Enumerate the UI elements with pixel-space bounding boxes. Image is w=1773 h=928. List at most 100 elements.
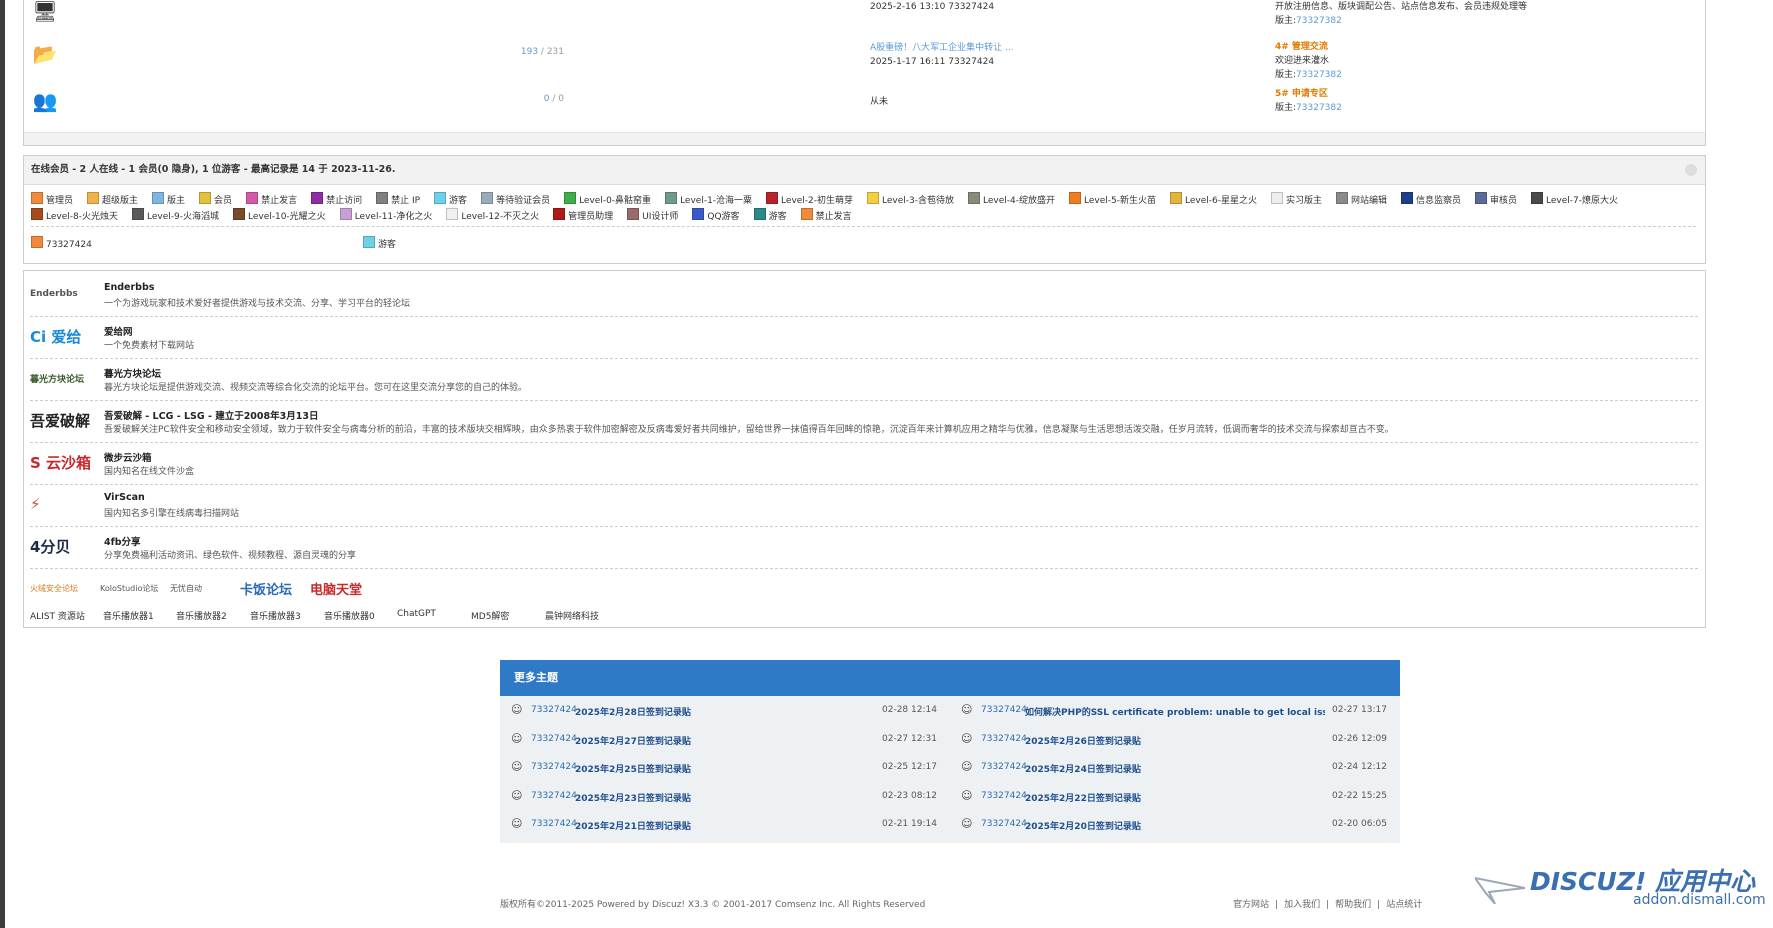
moderator-link[interactable]: 73327382 <box>1296 16 1342 26</box>
topic-author-link[interactable]: 73327424 <box>981 762 1027 772</box>
more-topic-row[interactable]: ☺ 73327424 2025年2月27日签到记录贴 02-27 12:31 <box>500 725 950 753</box>
friend-link-logo[interactable]: S 云沙箱 <box>30 449 96 475</box>
friend-link-row[interactable]: ⚡ VirScan 国内知名多引擎在线病毒扫描网站 <box>30 484 1698 527</box>
topic-author-icon: ☺ <box>961 788 973 802</box>
friend-link-desc: 一个为游戏玩家和技术爱好者提供游戏与技术交流、分享、学习平台的轻论坛 <box>104 299 411 309</box>
topic-title-link[interactable]: 2025年2月21日签到记录贴 <box>575 819 691 832</box>
friend-link-row[interactable]: S 云沙箱 微步云沙箱 国内知名在线文件沙盒 <box>30 442 1698 485</box>
friend-link-desc: 分享免费福利活动资讯、绿色软件、视频教程、源自灵魂的分享 <box>104 551 357 561</box>
group-legend-item: 禁止访问 <box>311 192 362 208</box>
topic-author-link[interactable]: 73327424 <box>981 819 1027 829</box>
text-link[interactable]: 音乐播放器0 <box>324 609 375 622</box>
moderator-link[interactable]: 73327382 <box>1296 70 1342 80</box>
text-link[interactable]: ALIST 资源站 <box>30 609 85 622</box>
group-icon <box>87 192 100 204</box>
text-link[interactable]: ChatGPT <box>397 609 436 619</box>
more-topic-row[interactable]: ☺ 73327424 2025年2月28日签到记录贴 02-28 12:14 <box>500 696 950 724</box>
topic-title-link[interactable]: 2025年2月27日签到记录贴 <box>575 734 691 747</box>
group-legend-item: 会员 <box>199 192 232 208</box>
legend-divider <box>31 226 1696 227</box>
friend-link-name[interactable]: 暮光方块论坛 <box>104 366 161 380</box>
friend-link-name[interactable]: 微步云沙箱 <box>104 450 152 464</box>
topic-author-link[interactable]: 73327424 <box>531 762 577 772</box>
group-label: 禁止访问 <box>326 196 363 206</box>
group-label: 管理员 <box>46 196 74 206</box>
more-topic-row[interactable]: ☺ 73327424 2025年2月24日签到记录贴 02-24 12:12 <box>950 753 1400 781</box>
image-link[interactable]: KoloStudio论坛 <box>100 575 158 601</box>
friend-link-logo[interactable]: 暮光方块论坛 <box>30 365 96 391</box>
group-label: 管理员助理 <box>568 212 614 222</box>
topic-title-link[interactable]: 2025年2月24日签到记录贴 <box>1025 762 1141 775</box>
text-link[interactable]: MD5解密 <box>471 609 509 622</box>
topic-author-link[interactable]: 73327424 <box>531 734 577 744</box>
topic-title-link[interactable]: 2025年2月28日签到记录贴 <box>575 705 691 718</box>
online-user[interactable]: 73327424 <box>31 236 92 250</box>
friend-link-name[interactable]: 爱给网 <box>104 324 133 338</box>
image-link[interactable]: 火绒安全论坛 <box>30 575 78 601</box>
friend-link-logo[interactable]: Enderbbs <box>30 281 96 307</box>
forum-post-count: 0 / 0 <box>444 94 564 104</box>
friend-link-name[interactable]: 吾爱破解 - LCG - LSG - 建立于2008年3月13日 <box>104 408 318 422</box>
topic-author-link[interactable]: 73327424 <box>981 705 1027 715</box>
image-links-row: 火绒安全论坛 KoloStudio论坛 无忧自动 卡饭论坛 电脑天堂 <box>30 575 630 601</box>
friend-link-name[interactable]: VirScan <box>104 492 145 503</box>
footer-link[interactable]: 官方网站 <box>1233 900 1269 910</box>
more-topic-row[interactable]: ☺ 73327424 2025年2月25日签到记录贴 02-25 12:17 <box>500 753 950 781</box>
forum-folder-icon[interactable]: 📂 <box>32 41 58 67</box>
group-icon <box>339 208 352 220</box>
topic-title-link[interactable]: 2025年2月20日签到记录贴 <box>1025 819 1141 832</box>
topic-author-link[interactable]: 73327424 <box>531 705 577 715</box>
paper-plane-icon <box>1475 876 1525 904</box>
more-topic-row[interactable]: ☺ 73327424 2025年2月22日签到记录贴 02-22 15:25 <box>950 782 1400 810</box>
friend-link-logo[interactable]: 4分贝 <box>30 533 96 559</box>
forum-last-post-title[interactable]: A股重磅！八大军工企业集中转让 ... <box>870 43 1014 53</box>
friend-link-row[interactable]: Ci 爱给 爱给网 一个免费素材下载网站 <box>30 316 1698 359</box>
footer-link[interactable]: 加入我们 <box>1284 900 1320 910</box>
friend-link-logo[interactable]: ⚡ <box>30 491 96 517</box>
discuz-brand-logo[interactable]: DISCUZ! 应用中心 addon.dismall.com <box>1475 862 1766 912</box>
friend-link-row[interactable]: 4分贝 4fb分享分享免费福利活动资讯、绿色软件、视频教程、源自灵魂的分享 <box>30 526 1698 569</box>
friend-link-logo[interactable]: 吾爱破解 <box>30 407 96 433</box>
friend-link-name[interactable]: 4fb分享 <box>104 534 141 548</box>
forum-computer-icon[interactable]: 🖥 <box>32 0 58 24</box>
subforum-name[interactable]: 5# 申请专区 <box>1275 87 1695 101</box>
more-topic-row[interactable]: ☺ 73327424 如何解决PHP的SSL certificate problem… <box>950 696 1400 724</box>
more-topic-row[interactable]: ☺ 73327424 2025年2月23日签到记录贴 02-23 08:12 <box>500 782 950 810</box>
forum-users-icon[interactable]: 👥 <box>32 88 58 114</box>
topic-author-link[interactable]: 73327424 <box>981 791 1027 801</box>
topic-date: 02-24 12:12 <box>1332 762 1387 773</box>
friend-link-row[interactable]: 暮光方块论坛 暮光方块论坛 暮光方块论坛是提供游戏交流、视频交流等综合化交流的论坛平… <box>30 358 1698 401</box>
footer-link[interactable]: 站点统计 <box>1386 900 1422 910</box>
group-label: Level-9-火海滔城 <box>146 212 219 222</box>
topic-author-link[interactable]: 73327424 <box>531 791 577 801</box>
subforum-name[interactable]: 4# 管理交流 <box>1275 40 1695 54</box>
footer-link[interactable]: 帮助我们 <box>1335 900 1371 910</box>
more-topic-row[interactable]: ☺ 73327424 2025年2月26日签到记录贴 02-26 12:09 <box>950 725 1400 753</box>
topic-title-link[interactable]: 2025年2月26日签到记录贴 <box>1025 734 1141 747</box>
image-link[interactable]: 电脑天堂 <box>310 575 362 601</box>
image-link[interactable]: 无忧自动 <box>170 575 202 601</box>
topic-title-link[interactable]: 2025年2月22日签到记录贴 <box>1025 791 1141 804</box>
friend-link-row[interactable]: Enderbbs Enderbbs 一个为游戏玩家和技术爱好者提供游戏与技术交流、分… <box>30 274 1698 317</box>
more-topic-row[interactable]: ☺ 73327424 2025年2月21日签到记录贴 02-21 19:14 <box>500 810 950 838</box>
collapse-icon[interactable] <box>1685 164 1697 176</box>
topic-title-link[interactable]: 2025年2月25日签到记录贴 <box>575 762 691 775</box>
window-left-edge <box>0 0 5 928</box>
text-link[interactable]: 音乐播放器2 <box>176 609 227 622</box>
topic-author-link[interactable]: 73327424 <box>981 734 1027 744</box>
moderator-link[interactable]: 73327382 <box>1296 103 1342 113</box>
online-members-header: 在线会员 - 2 人在线 - 1 会员(0 隐身), 1 位游客 - 最高记录是… <box>24 156 1705 185</box>
image-link[interactable]: 卡饭论坛 <box>240 575 292 601</box>
text-link[interactable]: 晨钟网络科技 <box>545 609 599 622</box>
online-user[interactable]: 游客 <box>363 236 396 250</box>
topic-title-link[interactable]: 如何解决PHP的SSL certificate problem: unable … <box>1025 705 1325 718</box>
forum-post-count-link[interactable]: 193 <box>521 47 538 57</box>
more-topic-row[interactable]: ☺ 73327424 2025年2月20日签到记录贴 02-20 06:05 <box>950 810 1400 838</box>
friend-link-row[interactable]: 吾爱破解 吾爱破解 - LCG - LSG - 建立于2008年3月13日 吾爱破解… <box>30 400 1698 443</box>
topic-title-link[interactable]: 2025年2月23日签到记录贴 <box>575 791 691 804</box>
text-link[interactable]: 音乐播放器1 <box>103 609 154 622</box>
topic-author-link[interactable]: 73327424 <box>531 819 577 829</box>
friend-link-logo[interactable]: Ci 爱给 <box>30 323 96 349</box>
text-link[interactable]: 音乐播放器3 <box>250 609 301 622</box>
friend-link-name[interactable]: Enderbbs <box>104 282 154 293</box>
